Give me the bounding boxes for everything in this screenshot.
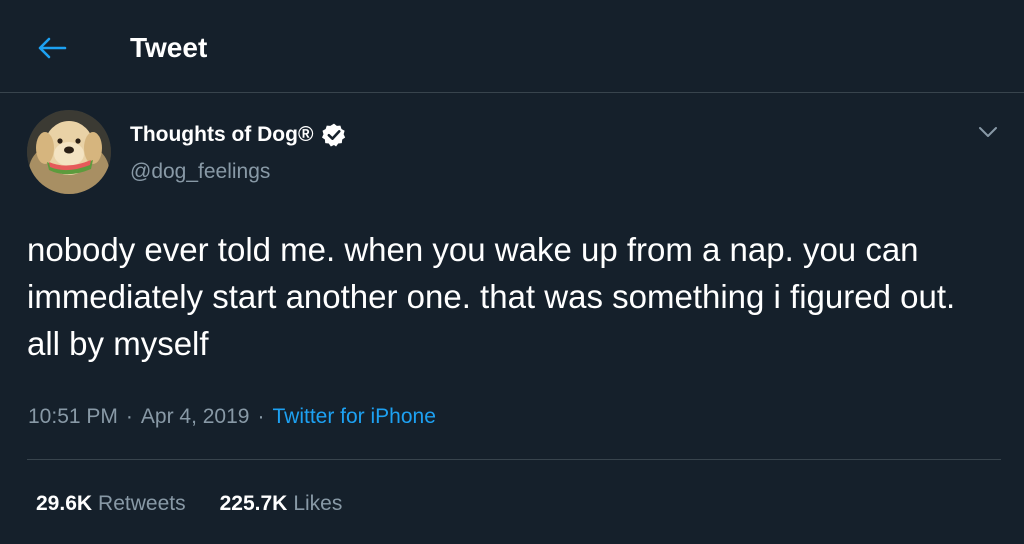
meta-separator-2: · (257, 405, 265, 428)
arrow-left-icon (38, 37, 67, 59)
verified-badge-icon (322, 123, 346, 147)
likes-label: Likes (293, 492, 343, 515)
tweet-page: Tweet Thoughts of Dog® @dog_feelings nob… (0, 0, 1024, 544)
more-options-button[interactable] (972, 118, 1004, 146)
tweet-meta: 10:51 PM · Apr 4, 2019 · Twitter for iPhone (28, 403, 436, 431)
likes-stat[interactable]: 225.7K Likes (220, 490, 343, 518)
tweet-text: nobody ever told me. when you wake up fr… (27, 231, 956, 362)
author-display-name[interactable]: Thoughts of Dog® (130, 121, 347, 149)
retweets-label: Retweets (98, 492, 186, 515)
header-bar: Tweet (0, 0, 1024, 93)
avatar[interactable] (27, 110, 111, 194)
tweet-date[interactable]: Apr 4, 2019 (141, 405, 250, 428)
tweet-source-link[interactable]: Twitter for iPhone (272, 405, 435, 428)
author-name-text: Thoughts of Dog® (130, 123, 314, 146)
meta-separator: · (125, 405, 133, 428)
retweets-count: 29.6K (36, 492, 93, 515)
dog-avatar-image (27, 110, 111, 194)
tweet-stats: 29.6K Retweets 225.7K Likes (36, 490, 376, 518)
chevron-down-icon (979, 127, 997, 137)
tweet-time[interactable]: 10:51 PM (28, 405, 118, 428)
retweets-stat[interactable]: 29.6K Retweets (36, 490, 186, 518)
divider (27, 459, 1001, 460)
likes-count: 225.7K (219, 492, 288, 515)
back-button[interactable] (30, 28, 74, 68)
author-handle[interactable]: @dog_feelings (130, 158, 270, 186)
page-title: Tweet (130, 32, 208, 63)
